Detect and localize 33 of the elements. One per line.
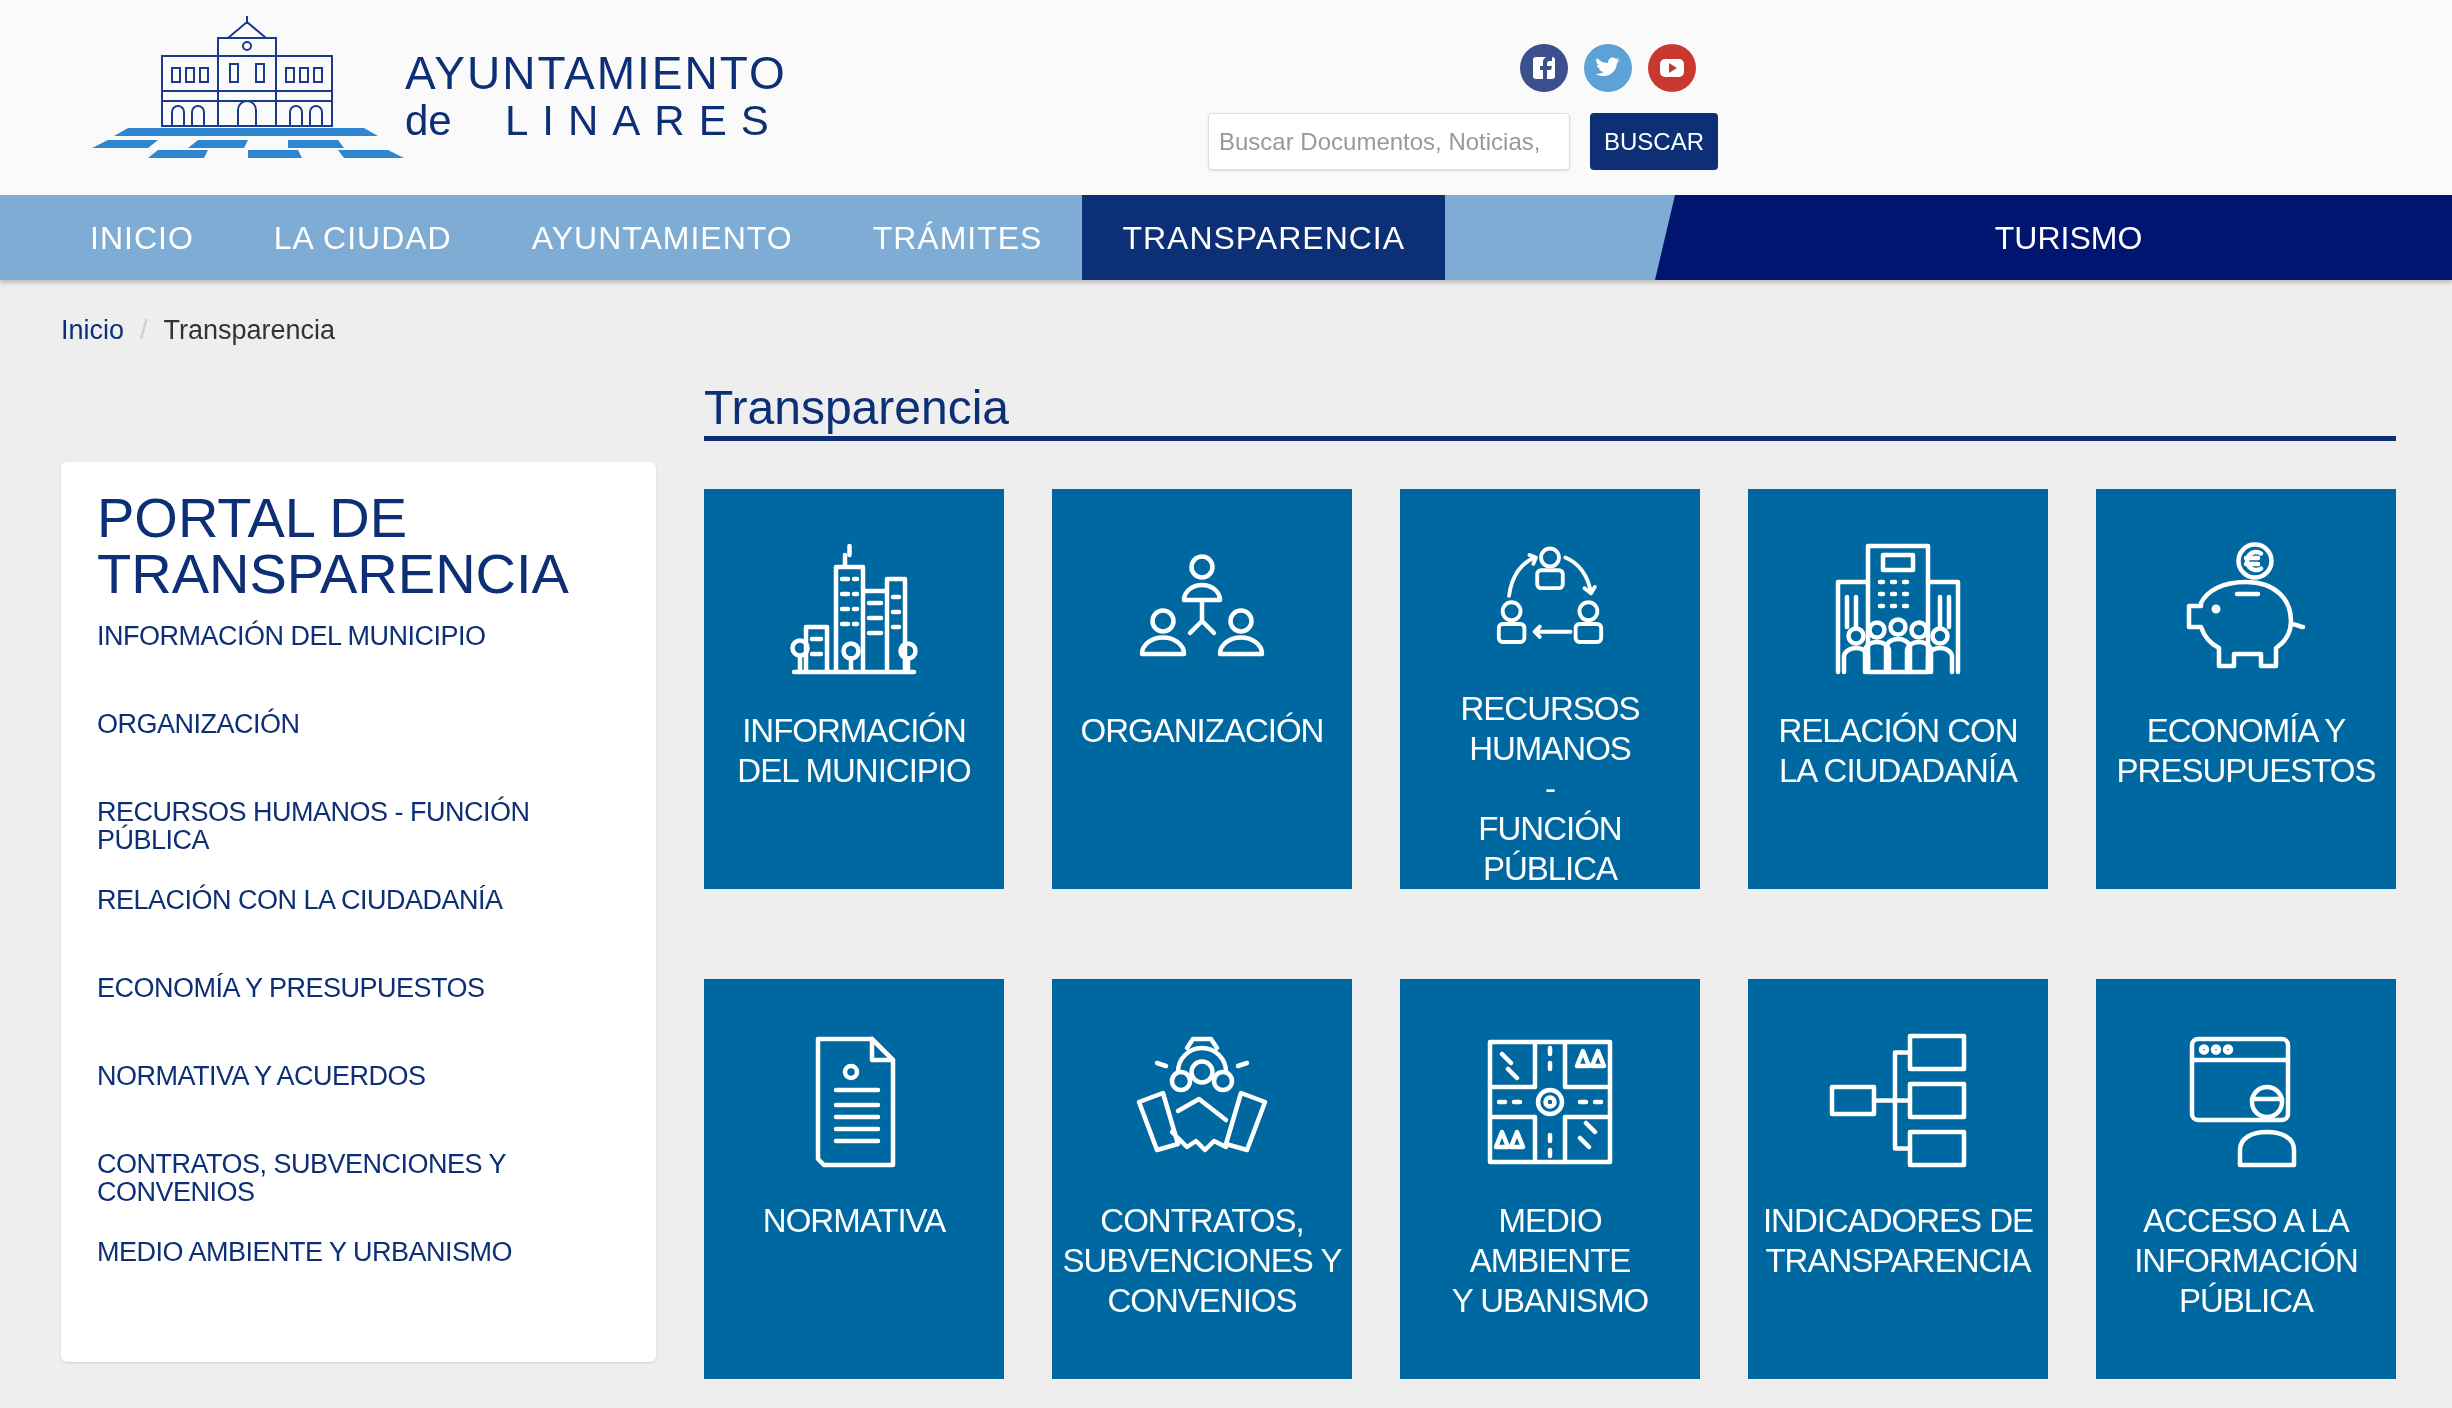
sidebar-link[interactable]: ORGANIZACIÓN	[97, 710, 300, 738]
category-tile[interactable]: ACCESO A LA INFORMACIÓN PÚBLICA	[2096, 979, 2396, 1379]
category-tile[interactable]: RECURSOS HUMANOS - FUNCIÓN PÚBLICA	[1400, 489, 1700, 889]
category-tile[interactable]: ORGANIZACIÓN	[1052, 489, 1352, 889]
sidebar-title: PORTAL DE TRANSPARENCIA	[97, 490, 570, 602]
sidebar-link[interactable]: NORMATIVA Y ACUERDOS	[97, 1062, 426, 1090]
logo-subtitle: de	[405, 100, 453, 142]
category-tile[interactable]: CONTRATOS, SUBVENCIONES Y CONVENIOS	[1052, 979, 1352, 1379]
sidebar-link[interactable]: CONTRATOS, SUBVENCIONES Y CONVENIOS	[97, 1150, 557, 1206]
category-tile[interactable]: NORMATIVA	[704, 979, 1004, 1379]
category-tile[interactable]: MEDIO AMBIENTE Y UBANISMO	[1400, 979, 1700, 1379]
search-field[interactable]: Buscar Documentos, Noticias,	[1208, 113, 1570, 170]
search-button[interactable]: BUSCAR	[1590, 113, 1718, 170]
sidebar-link[interactable]: ECONOMÍA Y PRESUPUESTOS	[97, 974, 485, 1002]
category-tile[interactable]: RELACIÓN CON LA CIUDADANÍA	[1748, 489, 2048, 889]
youtube-play-icon[interactable]	[1648, 44, 1696, 92]
logo-title: AYUNTAMIENTO	[405, 50, 787, 96]
breadcrumb-link[interactable]: Inicio	[61, 309, 125, 351]
tourism-nav-link[interactable]: TURISMO	[1655, 195, 2452, 280]
sidebar-link[interactable]: RECURSOS HUMANOS - FUNCIÓN PÚBLICA	[97, 798, 557, 854]
sidebar-link[interactable]: RELACIÓN CON LA CIUDADANÍA	[97, 886, 503, 914]
page-title: Transparencia	[704, 380, 1011, 436]
sidebar-link[interactable]: MEDIO AMBIENTE Y URBANISMO	[97, 1238, 513, 1266]
nav-tab[interactable]: TRANSPARENCIA	[1082, 195, 1446, 280]
breadcrumb-separator: /	[140, 313, 148, 347]
breadcrumb-current: Transparencia	[163, 313, 336, 347]
logo-subtitle: LINARES	[505, 100, 783, 142]
facebook-icon[interactable]	[1520, 44, 1568, 92]
category-tile[interactable]: ECONOMÍA Y PRESUPUESTOS	[2096, 489, 2396, 889]
category-tile[interactable]: INFORMACIÓN DEL MUNICIPIO	[704, 489, 1004, 889]
category-tile[interactable]: INDICADORES DE TRANSPARENCIA	[1748, 979, 2048, 1379]
twitter-bird-icon[interactable]	[1584, 44, 1632, 92]
sidebar-link[interactable]: INFORMACIÓN DEL MUNICIPIO	[97, 622, 486, 650]
